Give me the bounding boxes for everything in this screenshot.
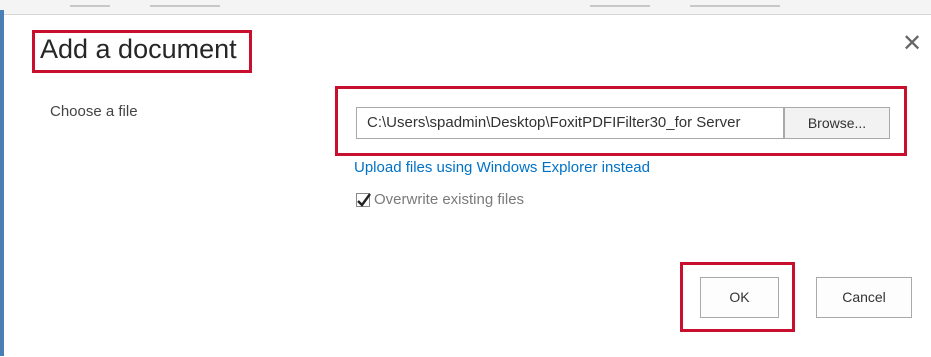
background-text-fragment	[150, 5, 220, 7]
close-icon[interactable]: ✕	[900, 32, 924, 56]
overwrite-label: Overwrite existing files	[374, 191, 525, 209]
browse-button[interactable]: Browse...	[784, 107, 890, 139]
background-text-fragment	[70, 5, 110, 7]
file-path-input[interactable]: C:\Users\spadmin\Desktop\FoxitPDFIFilter…	[356, 107, 784, 139]
overwrite-option: Overwrite existing files	[356, 191, 524, 209]
dialog-title: Add a document	[40, 34, 237, 64]
choose-file-label: Choose a file	[50, 103, 138, 120]
checkmark-icon	[357, 193, 371, 207]
background-page-strip	[0, 0, 931, 14]
upload-windows-explorer-link[interactable]: Upload files using Windows Explorer inst…	[354, 159, 650, 176]
ok-button[interactable]: OK	[700, 277, 779, 318]
background-text-fragment	[690, 5, 780, 7]
overwrite-checkbox[interactable]	[356, 192, 371, 207]
background-text-fragment	[590, 5, 650, 7]
cancel-button[interactable]: Cancel	[816, 277, 912, 318]
